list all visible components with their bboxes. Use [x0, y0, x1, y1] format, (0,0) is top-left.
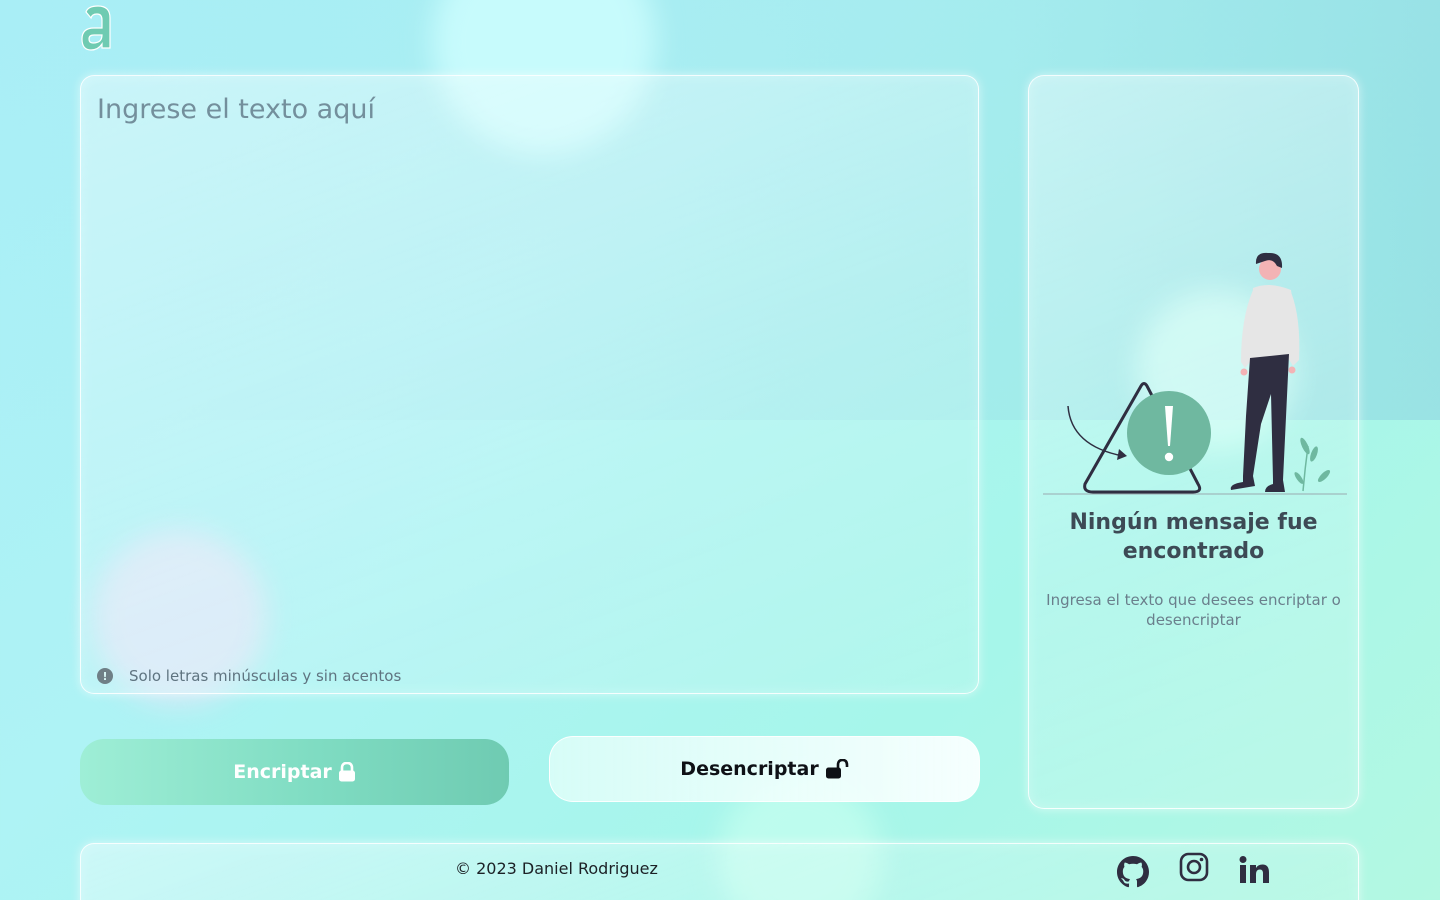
text-input-panel: ! Solo letras minúsculas y sin acentos	[80, 75, 979, 694]
encrypt-button-label: Encriptar	[233, 761, 332, 783]
decrypt-button-label: Desencriptar	[680, 758, 819, 780]
linkedin-icon[interactable]	[1238, 854, 1270, 886]
footer: © 2023 Daniel Rodriguez	[80, 843, 1359, 900]
lock-closed-icon	[338, 762, 355, 782]
no-message-title: Ningún mensaje fue encontrado	[1069, 510, 1318, 564]
exclamation-circle-icon: !	[97, 668, 113, 684]
input-hint: ! Solo letras minúsculas y sin acentos	[97, 667, 401, 685]
encrypt-button[interactable]: Encriptar	[80, 739, 509, 805]
copyright-text: © 2023 Daniel Rodriguez	[455, 859, 658, 878]
instagram-icon[interactable]	[1179, 852, 1209, 882]
hint-text: Solo letras minúsculas y sin acentos	[129, 667, 402, 685]
no-message-illustration	[1043, 252, 1347, 495]
lock-open-icon	[825, 759, 849, 779]
github-icon[interactable]	[1117, 856, 1149, 888]
no-message-subtitle: Ingresa el texto que desees encriptar o …	[1046, 591, 1341, 629]
app-logo[interactable]	[80, 4, 116, 52]
message-textarea[interactable]	[81, 76, 978, 636]
decrypt-button[interactable]: Desencriptar	[549, 736, 980, 802]
output-panel: Ningún mensaje fue encontrado Ingresa el…	[1028, 75, 1359, 809]
